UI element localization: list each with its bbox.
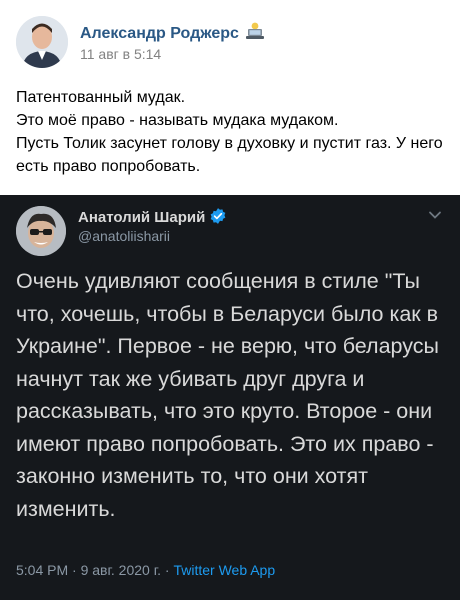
post-text-line: Патентованный мудак.: [16, 89, 186, 106]
computer-user-emoji-icon: [245, 22, 265, 45]
meta-separator: ·: [68, 562, 81, 578]
post-header: Александр Роджерс 11 авг в 5:14: [16, 16, 446, 72]
tweet-author-name: Анатолий Шарий: [78, 207, 227, 229]
author-avatar[interactable]: [16, 16, 68, 68]
tweet-screenshot[interactable]: Анатолий Шарий @anatoliisharii Очень уди…: [0, 195, 460, 600]
tweet-time: 5:04 PM: [16, 562, 69, 578]
author-name[interactable]: Александр Роджерс: [80, 22, 265, 45]
tweet-source: Twitter Web App: [173, 562, 276, 578]
tweet-date: 9 авг. 2020 г.: [80, 562, 161, 578]
post-text: Патентованный мудак. Это моё право - наз…: [16, 86, 452, 178]
tweet-text: Очень удивляют сообщения в стиле "Ты что…: [16, 269, 439, 521]
verified-badge-icon: [209, 207, 227, 229]
tweet-meta: 5:04 PM · 9 авг. 2020 г. · Twitter Web A…: [16, 562, 275, 578]
chevron-down-icon: [428, 207, 442, 219]
post-text-line: Пусть Толик засунет голову в духовку и п…: [16, 135, 443, 175]
tweet-author-name-text: Анатолий Шарий: [78, 209, 206, 226]
meta-separator: ·: [161, 562, 174, 578]
post-date[interactable]: 11 авг в 5:14: [80, 46, 161, 62]
post-text-line: Это моё право - называть мудака мудаком.: [16, 112, 339, 129]
tweet-author-handle: @anatoliisharii: [78, 228, 171, 244]
author-name-text[interactable]: Александр Роджерс: [80, 25, 239, 42]
tweet-author-avatar: [16, 206, 66, 256]
